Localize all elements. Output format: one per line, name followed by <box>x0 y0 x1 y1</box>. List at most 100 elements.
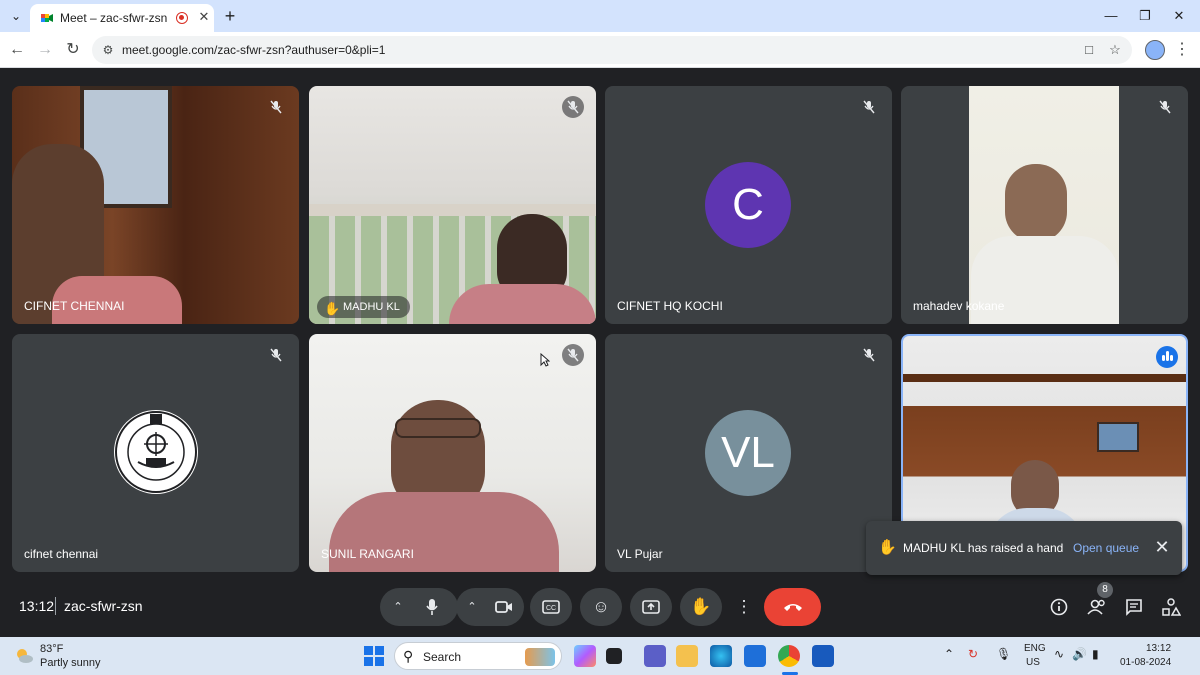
emoji-icon[interactable]: ☺ <box>580 588 622 626</box>
battery-icon[interactable]: ▮ <box>1092 647 1099 661</box>
raised-hand-icon: ✋ <box>878 539 897 556</box>
restore-icon[interactable]: ❐ <box>1134 5 1156 27</box>
meet-favicon-icon <box>41 14 53 22</box>
participant-tile[interactable]: ✋ MADHU KL <box>309 86 596 324</box>
search-icon: ⚲ <box>403 648 414 664</box>
browser-toolbar: ← → ↻ ⚙ meet.google.com/zac-sfwr-zsn?aut… <box>0 32 1200 68</box>
bookmark-star-icon[interactable]: ☆ <box>1106 41 1124 59</box>
search-highlight-image <box>525 648 555 666</box>
participant-tile[interactable]: C CIFNET HQ KOCHI <box>605 86 892 324</box>
search-label: Search <box>423 650 462 664</box>
participant-count-badge: 8 <box>1097 582 1113 598</box>
info-icon[interactable] <box>1046 594 1072 620</box>
divider <box>55 597 56 615</box>
participant-name: CIFNET HQ KOCHI <box>617 299 723 313</box>
participant-name: VL Pujar <box>617 547 663 561</box>
back-arrow-icon[interactable]: ← <box>6 39 28 61</box>
participant-name-chip: ✋ MADHU KL <box>317 296 410 318</box>
participant-name: mahadev kokane <box>913 299 1005 313</box>
participant-tile[interactable]: VL VL Pujar <box>605 334 892 572</box>
participant-name: SUNIL RANGARI <box>321 547 414 561</box>
task-view-icon[interactable] <box>606 648 622 664</box>
present-icon[interactable] <box>630 588 672 626</box>
forward-arrow-icon[interactable]: → <box>34 39 56 61</box>
muted-mic-icon <box>562 344 584 366</box>
taskbar-search[interactable]: ⚲ Search <box>394 642 562 670</box>
window-close-icon[interactable]: ✕ <box>1168 5 1190 27</box>
windows-start-icon[interactable] <box>364 646 384 666</box>
mic-icon[interactable] <box>412 588 452 626</box>
windows-taskbar: 83°F Partly sunny ⚲ Search ⌃ ↻ 🎙 ENG US … <box>0 637 1200 675</box>
captions-icon[interactable]: CC <box>530 588 572 626</box>
muted-mic-icon <box>1154 96 1176 118</box>
teams-icon[interactable] <box>644 645 666 667</box>
participant-tile[interactable]: SUNIL RANGARI <box>309 334 596 572</box>
chrome-icon[interactable] <box>778 645 800 667</box>
participant-tile[interactable]: mahadev kokane <box>901 86 1188 324</box>
word-icon[interactable] <box>812 645 834 667</box>
chat-icon[interactable] <box>1121 594 1147 620</box>
show-hidden-icons-icon[interactable]: ⌃ <box>944 647 954 661</box>
site-info-icon[interactable]: ⚙ <box>100 42 116 58</box>
tab-close-icon[interactable]: ✕ <box>196 9 212 25</box>
url-text[interactable]: meet.google.com/zac-sfwr-zsn?authuser=0&… <box>122 43 385 57</box>
address-bar[interactable]: ⚙ meet.google.com/zac-sfwr-zsn?authuser=… <box>92 36 1132 64</box>
reload-icon[interactable]: ↻ <box>62 39 84 61</box>
audio-settings-chevron-icon[interactable]: ⌃ <box>384 588 412 626</box>
participant-head <box>1005 164 1067 242</box>
region-indicator[interactable]: US <box>1026 657 1040 668</box>
cifnet-emblem-logo <box>114 410 198 494</box>
partly-sunny-icon <box>17 649 33 663</box>
recording-indicator-icon <box>176 12 188 24</box>
camera-permission-icon[interactable]: □ <box>1080 41 1098 59</box>
browser-menu-icon[interactable]: ⋮ <box>1174 39 1190 61</box>
system-time[interactable]: 13:12 <box>1146 643 1171 654</box>
participant-name: CIFNET CHENNAI <box>24 299 125 313</box>
volume-icon[interactable]: 🔊 <box>1072 647 1087 661</box>
participant-tile[interactable]: CIFNET CHENNAI <box>12 86 299 324</box>
raise-hand-icon[interactable]: ✋ <box>680 588 722 626</box>
language-indicator[interactable]: ENG <box>1024 643 1046 654</box>
muted-mic-icon <box>265 344 287 366</box>
browser-tab-meet[interactable]: Meet – zac-sfwr-zsn ✕ <box>30 4 214 32</box>
muted-mic-icon <box>265 96 287 118</box>
wifi-icon[interactable]: ∿ <box>1054 647 1064 661</box>
window-grille <box>309 204 596 216</box>
muted-mic-icon <box>858 344 880 366</box>
raised-hand-notification: ✋ MADHU KL has raised a hand Open queue … <box>866 521 1182 575</box>
activities-icon[interactable] <box>1158 594 1184 620</box>
camera-icon[interactable] <box>484 588 524 626</box>
file-explorer-icon[interactable] <box>676 645 698 667</box>
sync-status-icon[interactable]: ↻ <box>968 647 978 661</box>
participant-shirt <box>449 284 596 324</box>
speaking-indicator-icon <box>1156 346 1178 368</box>
system-date[interactable]: 01-08-2024 <box>1120 657 1171 668</box>
copilot-icon[interactable] <box>574 645 596 667</box>
profile-avatar[interactable] <box>1145 40 1165 60</box>
wall-trim <box>903 374 1186 382</box>
store-icon[interactable] <box>744 645 766 667</box>
mouse-cursor-icon <box>540 353 550 367</box>
weather-temperature[interactable]: 83°F <box>40 643 63 655</box>
svg-text:CC: CC <box>546 605 556 612</box>
tab-search-chevron-icon[interactable]: ⌄ <box>6 6 26 26</box>
more-options-icon[interactable]: ⋮ <box>730 588 758 626</box>
meeting-code: zac-sfwr-zsn <box>64 598 143 614</box>
weather-condition[interactable]: Partly sunny <box>40 657 101 669</box>
microphone-tray-icon[interactable]: 🎙 <box>996 647 1011 661</box>
video-settings-chevron-icon[interactable]: ⌃ <box>458 588 486 626</box>
notification-message: MADHU KL has raised a hand <box>903 541 1064 555</box>
edge-icon[interactable] <box>710 645 732 667</box>
new-tab-button[interactable]: + <box>220 6 240 26</box>
browser-tabstrip: ⌄ Meet – zac-sfwr-zsn ✕ + — ❐ ✕ <box>0 0 1200 32</box>
participant-tile[interactable]: cifnet chennai <box>12 334 299 572</box>
tab-title: Meet – zac-sfwr-zsn <box>60 11 168 25</box>
minimize-icon[interactable]: — <box>1100 5 1122 27</box>
end-call-button[interactable] <box>764 588 821 626</box>
participant-avatar: VL <box>705 410 791 496</box>
open-queue-button[interactable]: Open queue <box>1073 541 1139 555</box>
close-icon[interactable]: ✕ <box>1152 537 1172 557</box>
participant-avatar: C <box>705 162 791 248</box>
muted-mic-icon <box>858 96 880 118</box>
muted-mic-icon <box>562 96 584 118</box>
